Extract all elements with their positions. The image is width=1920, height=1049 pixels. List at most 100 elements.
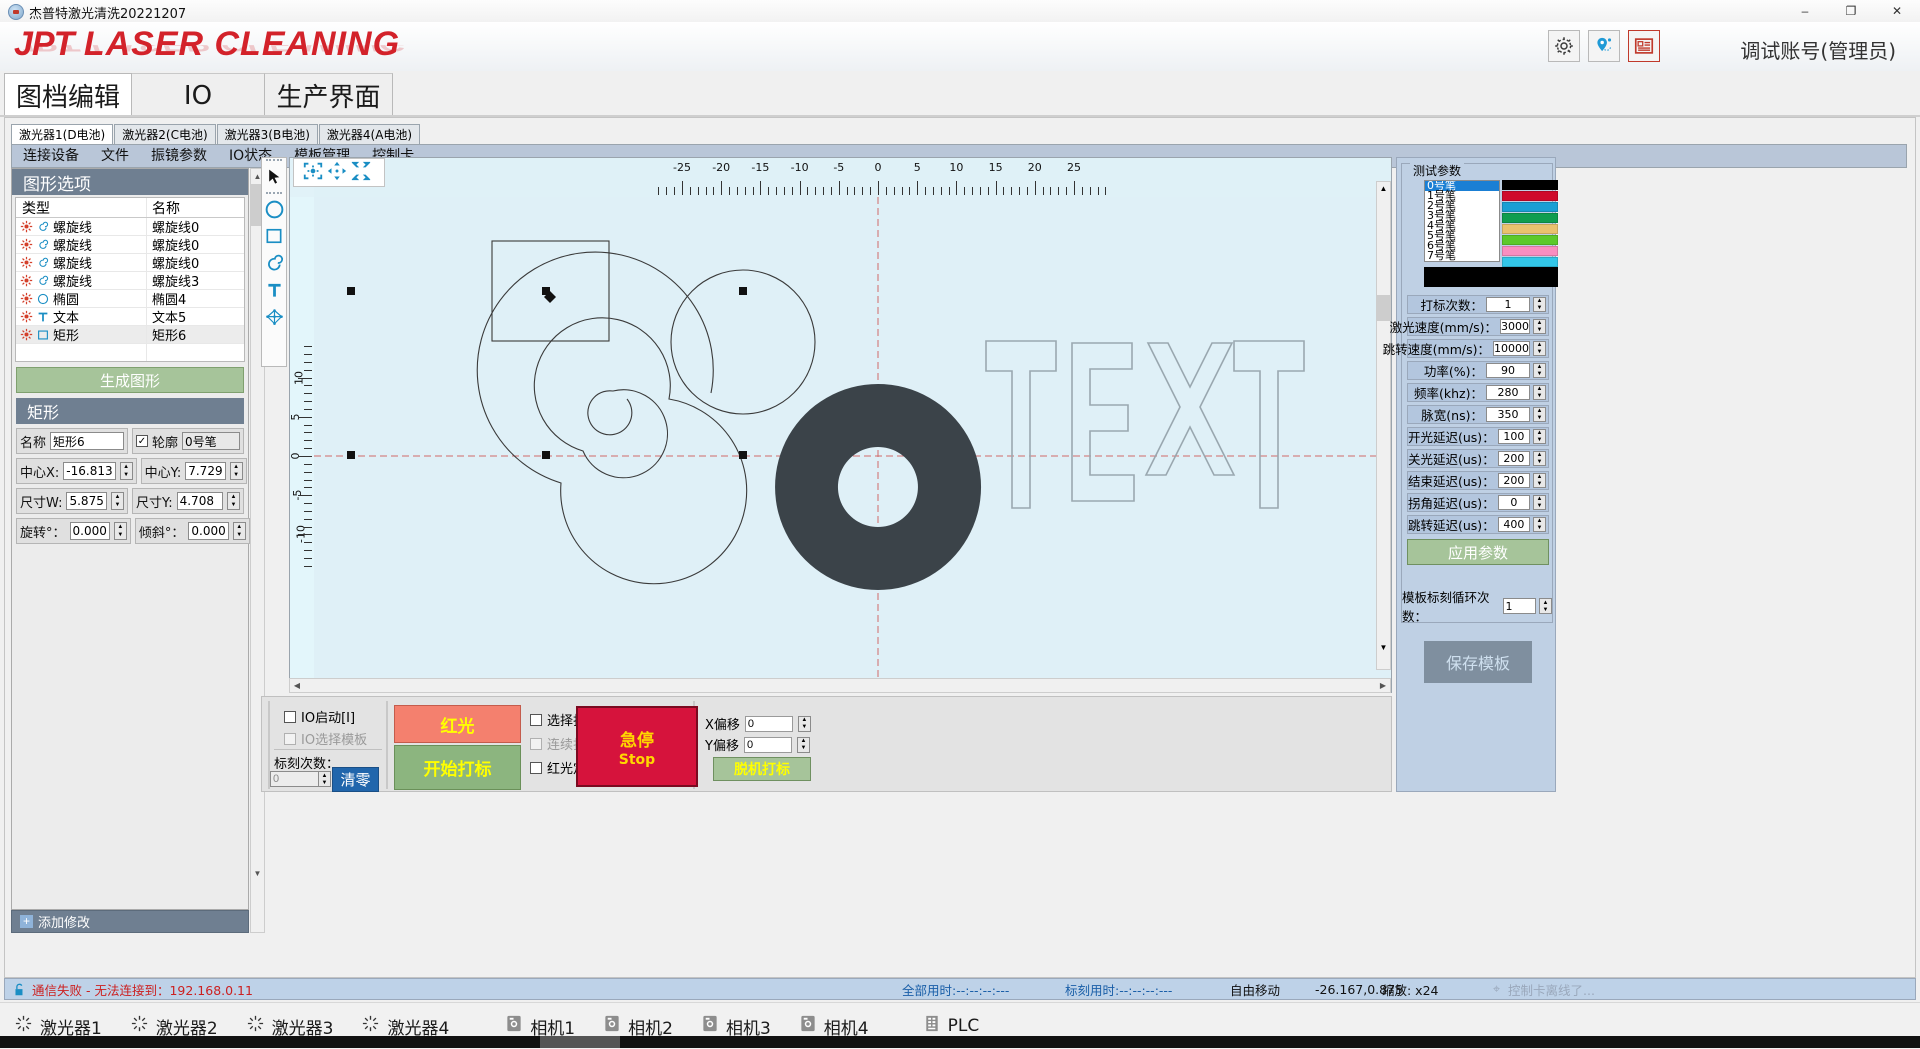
param-value[interactable]: 200: [1497, 451, 1530, 466]
fit-screen-icon[interactable]: [350, 160, 372, 185]
x-offset-input[interactable]: 0: [744, 715, 793, 732]
param-stepper[interactable]: ▲ ▼: [1533, 407, 1546, 422]
center-y-input[interactable]: 7.729: [185, 462, 226, 480]
cycle-input[interactable]: 1: [1502, 598, 1536, 614]
table-row[interactable]: 椭圆 椭圆4: [16, 290, 244, 308]
pen-swatch-1[interactable]: [1502, 191, 1558, 201]
taskbar-item-camera3[interactable]: 相机3: [687, 1014, 785, 1039]
arrows-in-icon[interactable]: [326, 160, 348, 185]
center-x-stepper[interactable]: ▲ ▼: [119, 462, 133, 480]
canvas-scroll-down[interactable]: ▼: [1377, 641, 1390, 654]
center-target-icon[interactable]: [302, 160, 324, 185]
io-template-checkbox-row[interactable]: IO选择模板: [284, 729, 367, 748]
taskbar-item-laser2[interactable]: 激光器2: [116, 1014, 232, 1039]
skew-stepper[interactable]: ▲ ▼: [232, 522, 246, 540]
device-tab-3[interactable]: 激光器3(B电池): [216, 124, 318, 144]
menu-galvo-params[interactable]: 振镜参数: [140, 145, 218, 167]
canvas-board[interactable]: [314, 197, 1391, 692]
param-value[interactable]: 350: [1486, 407, 1530, 422]
canvas-scroll-left[interactable]: ◀: [290, 679, 304, 692]
rotate-input[interactable]: 0.000: [69, 522, 110, 540]
taskbar-item-laser3[interactable]: 激光器3: [232, 1014, 348, 1039]
taskbar-item-laser4[interactable]: 激光器4: [347, 1014, 463, 1039]
size-y-input[interactable]: 4.708: [176, 492, 223, 510]
close-button[interactable]: ✕: [1874, 0, 1920, 22]
table-row[interactable]: 螺旋线 螺旋线0: [16, 218, 244, 236]
continuous-mark-checkbox[interactable]: [530, 737, 542, 750]
param-stepper[interactable]: ▲ ▼: [1533, 385, 1546, 400]
pen-swatch-6[interactable]: [1502, 246, 1558, 256]
param-stepper[interactable]: ▲ ▼: [1533, 495, 1546, 510]
taskbar-item-camera2[interactable]: 相机2: [589, 1014, 687, 1039]
param-value[interactable]: 90: [1486, 363, 1530, 378]
pointer-tool[interactable]: [262, 164, 286, 191]
io-start-checkbox[interactable]: [284, 710, 296, 723]
name-input[interactable]: 矩形6: [50, 432, 124, 450]
generate-shape-button[interactable]: 生成图形: [16, 367, 244, 393]
rect-tool[interactable]: [262, 224, 286, 251]
param-stepper[interactable]: ▲ ▼: [1533, 319, 1546, 334]
table-row[interactable]: 螺旋线 螺旋线3: [16, 272, 244, 290]
report-icon[interactable]: [1628, 30, 1660, 62]
device-tab-4[interactable]: 激光器4(A电池): [318, 124, 421, 144]
clear-button[interactable]: 清零: [332, 767, 379, 792]
pen-list[interactable]: 0号笔 1号笔 2号笔 3号笔 4号笔 5号笔 6号笔 7号笔: [1424, 180, 1500, 262]
tab-document-edit[interactable]: 图档编辑: [4, 73, 132, 117]
menu-file[interactable]: 文件: [90, 145, 140, 167]
rotate-stepper[interactable]: ▲ ▼: [113, 522, 127, 540]
spiral-tool[interactable]: [262, 251, 286, 278]
table-row[interactable]: 矩形 矩形6: [16, 326, 244, 344]
center-y-stepper[interactable]: ▲ ▼: [229, 462, 243, 480]
scroll-down-arrow[interactable]: ▼: [251, 866, 264, 881]
circle-tool[interactable]: [262, 197, 286, 224]
save-template-button[interactable]: 保存模板: [1424, 641, 1532, 683]
param-stepper[interactable]: ▲ ▼: [1533, 341, 1546, 356]
cycle-stepper[interactable]: ▲ ▼: [1539, 598, 1552, 614]
param-stepper[interactable]: ▲ ▼: [1533, 297, 1546, 312]
gear-icon[interactable]: [1548, 30, 1580, 62]
param-stepper[interactable]: ▲ ▼: [1533, 473, 1546, 488]
red-light-position-checkbox[interactable]: [530, 761, 542, 774]
pen-swatch-2[interactable]: [1502, 202, 1558, 212]
apply-params-button[interactable]: 应用参数: [1407, 539, 1549, 565]
outline-pen-select[interactable]: 0号笔: [182, 432, 240, 450]
red-light-button[interactable]: 红光: [394, 705, 521, 743]
y-offset-stepper[interactable]: ▲ ▼: [796, 736, 810, 753]
emergency-stop-button[interactable]: 急停 Stop: [576, 706, 698, 787]
canvas-scroll-thumb-v[interactable]: [1377, 295, 1390, 321]
size-w-stepper[interactable]: ▲ ▼: [111, 492, 124, 510]
param-value[interactable]: 10000: [1493, 341, 1530, 356]
maximize-button[interactable]: ❐: [1828, 0, 1874, 22]
canvas-scroll-right[interactable]: ▶: [1376, 679, 1390, 692]
node-tool[interactable]: [262, 305, 286, 332]
param-stepper[interactable]: ▲ ▼: [1533, 517, 1546, 532]
param-value[interactable]: 100: [1497, 429, 1530, 444]
param-value[interactable]: 0: [1497, 495, 1530, 510]
taskbar-item-camera1[interactable]: 相机1: [491, 1014, 589, 1039]
table-row[interactable]: 螺旋线 螺旋线0: [16, 254, 244, 272]
param-value[interactable]: 400: [1497, 517, 1530, 532]
param-value[interactable]: 1: [1486, 297, 1530, 312]
size-w-input[interactable]: 5.875: [66, 492, 107, 510]
param-stepper[interactable]: ▲ ▼: [1533, 363, 1546, 378]
pen-swatch-3[interactable]: [1502, 213, 1558, 223]
canvas-scroll-up[interactable]: ▲: [1377, 182, 1390, 195]
size-y-stepper[interactable]: ▲ ▼: [227, 492, 240, 510]
menu-connect-device[interactable]: 连接设备: [12, 145, 90, 167]
canvas-vertical-scrollbar[interactable]: ▲ ▼: [1376, 181, 1391, 670]
canvas-horizontal-scrollbar[interactable]: ◀ ▶: [289, 678, 1391, 693]
param-stepper[interactable]: ▲ ▼: [1533, 451, 1546, 466]
param-value[interactable]: 3000: [1500, 319, 1530, 334]
pen-swatch-4[interactable]: [1502, 224, 1558, 234]
device-tab-1[interactable]: 激光器1(D电池): [11, 124, 114, 144]
tab-production[interactable]: 生产界面: [265, 73, 393, 117]
device-tab-2[interactable]: 激光器2(C电池): [114, 124, 216, 144]
skew-input[interactable]: 0.000: [188, 522, 229, 540]
io-template-checkbox[interactable]: [284, 732, 296, 745]
offline-mark-button[interactable]: 脱机打标: [713, 757, 811, 781]
tab-io[interactable]: IO: [132, 73, 265, 117]
pen-swatch-7[interactable]: [1502, 257, 1558, 267]
table-row[interactable]: 螺旋线 螺旋线0: [16, 236, 244, 254]
pen-item-7[interactable]: 7号笔: [1425, 250, 1499, 261]
io-start-checkbox-row[interactable]: IO启动[I]: [284, 707, 355, 726]
